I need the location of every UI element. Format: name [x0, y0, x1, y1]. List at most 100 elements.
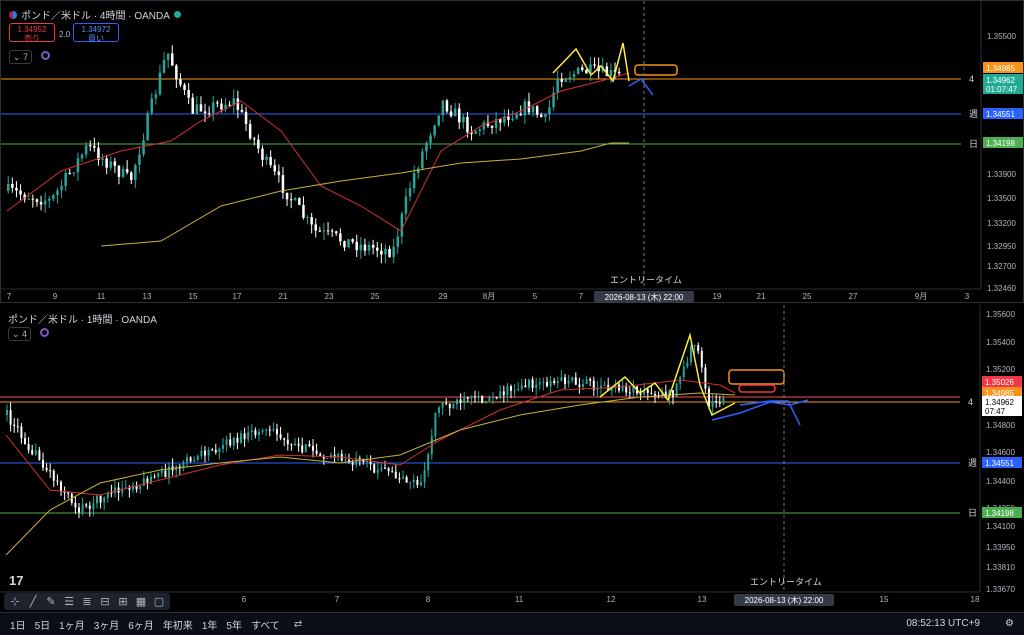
bottom-bar: 1日 5日 1ヶ月 3ヶ月 6ヶ月 年初来 1年 5年 すべて ⇄ 08:52:13 UTC+9…: [0, 612, 1024, 635]
candle: [344, 459, 347, 461]
tradingview-logo[interactable]: 17: [9, 573, 23, 588]
candle: [380, 467, 383, 470]
candle: [560, 79, 563, 82]
fib-icon[interactable]: ☰: [62, 595, 76, 608]
candle: [376, 247, 379, 251]
candle: [388, 248, 391, 258]
candle: [704, 367, 707, 389]
timeframe-button[interactable]: 5年: [226, 617, 242, 632]
candle: [247, 432, 250, 440]
timeframe-button[interactable]: 5日: [35, 617, 51, 632]
candle: [9, 410, 12, 425]
candle: [425, 142, 428, 152]
candle: [438, 407, 440, 413]
candle: [15, 187, 18, 191]
candle: [697, 345, 700, 351]
candle: [359, 244, 363, 251]
timeframe-button[interactable]: 3ヶ月: [94, 617, 120, 632]
gann-icon[interactable]: ⊞: [116, 595, 130, 608]
candle: [492, 396, 494, 398]
candle: [199, 104, 203, 112]
candle: [682, 366, 685, 378]
timeframe-button[interactable]: 1年: [202, 617, 218, 632]
time-tick: 11: [515, 595, 524, 604]
candle: [490, 125, 494, 128]
candle: [392, 246, 395, 258]
candle: [207, 113, 211, 115]
candle: [510, 386, 512, 391]
candle: [459, 399, 462, 403]
candle: [456, 399, 458, 405]
timeframe-button[interactable]: 年初来: [163, 617, 193, 632]
price-badge-label: 1.34985: [986, 64, 1015, 73]
candle: [495, 396, 498, 399]
candle: [193, 460, 196, 462]
candle: [240, 433, 242, 443]
candle: [556, 381, 559, 384]
chart-canvas-4h[interactable]: 4 週日エントリータイム 1.35500 1.33900 1.33500 1.33200 1…: [1, 1, 1024, 304]
candle: [544, 114, 547, 117]
candle: [277, 171, 281, 176]
candle: [578, 384, 581, 387]
timeframe-button[interactable]: すべて: [251, 617, 280, 632]
candle: [513, 390, 516, 392]
candle: [289, 199, 293, 201]
line-label: 4: [969, 74, 974, 84]
trendline-icon[interactable]: ╱: [26, 595, 40, 608]
candle: [114, 487, 116, 493]
zigzag-pattern: [552, 42, 630, 83]
brush-icon[interactable]: ✎: [44, 595, 58, 608]
candle: [258, 432, 260, 436]
candle: [546, 382, 548, 387]
candle: [45, 467, 48, 471]
entry-date-label: 2026-08-13 (木) 22:00: [745, 595, 824, 605]
time-tick: 8: [426, 595, 431, 604]
timeframe-button[interactable]: 1ヶ月: [59, 617, 85, 632]
candle: [52, 195, 55, 199]
candle: [43, 200, 47, 205]
compare-icon[interactable]: ⇄: [294, 619, 302, 630]
candle: [99, 495, 102, 503]
chart-canvas-1h[interactable]: 4週日エントリータイム1.356001.354001.352001.350001…: [0, 305, 1024, 610]
candle: [394, 471, 397, 479]
candle: [88, 505, 91, 509]
timeframe-list: 1日 5日 1ヶ月 3ヶ月 6ヶ月 年初来 1年 5年 すべて: [10, 617, 280, 632]
candle: [535, 106, 539, 115]
candle: [387, 468, 390, 472]
shape-icon[interactable]: ▢: [152, 595, 166, 608]
time-tick: 12: [607, 595, 616, 604]
candle: [68, 172, 71, 174]
candle: [27, 198, 30, 200]
candle: [371, 244, 375, 248]
candle: [269, 156, 272, 166]
candle: [462, 116, 465, 123]
drawing-toolbar[interactable]: ⊹ ╱ ✎ ☰ ≣ ⊟ ⊞ ▦ ▢: [4, 593, 170, 610]
candle: [195, 104, 199, 114]
entry-zone-box[interactable]: [634, 64, 678, 76]
candle: [166, 53, 170, 60]
candle: [646, 389, 649, 393]
candle: [42, 459, 44, 468]
auto-scale-icon[interactable]: ⚙: [1005, 618, 1014, 629]
candle: [103, 497, 106, 503]
candle: [400, 213, 404, 237]
candle: [7, 184, 10, 191]
timeframe-button[interactable]: 1日: [10, 617, 26, 632]
candle: [158, 72, 162, 95]
entry-date-label: 2026-08-13 (木) 22:00: [605, 292, 684, 302]
candle: [488, 397, 491, 401]
line-label: 日: [969, 139, 978, 149]
candle: [20, 426, 23, 439]
candle: [283, 438, 286, 440]
grid-icon[interactable]: ▦: [134, 595, 148, 608]
measure-icon[interactable]: ⊟: [98, 595, 112, 608]
price-tick: 1.32460: [987, 284, 1016, 293]
chart-pane-4h[interactable]: ポンド／米ドル · 4時間 · OANDA 1.34952 売り 2.0 1.3…: [0, 0, 1024, 303]
pattern-icon[interactable]: ≣: [80, 595, 94, 608]
timeframe-button[interactable]: 6ヶ月: [128, 617, 154, 632]
candle: [138, 154, 141, 165]
entry-zone-box[interactable]: [738, 384, 776, 393]
entry-zone-box[interactable]: [728, 369, 785, 385]
chart-pane-1h[interactable]: ポンド／米ドル · 1時間 · OANDA ⌄ 4 4 週日エントリータイム 1.3…: [0, 305, 1024, 610]
crosshair-icon[interactable]: ⊹: [8, 595, 22, 608]
